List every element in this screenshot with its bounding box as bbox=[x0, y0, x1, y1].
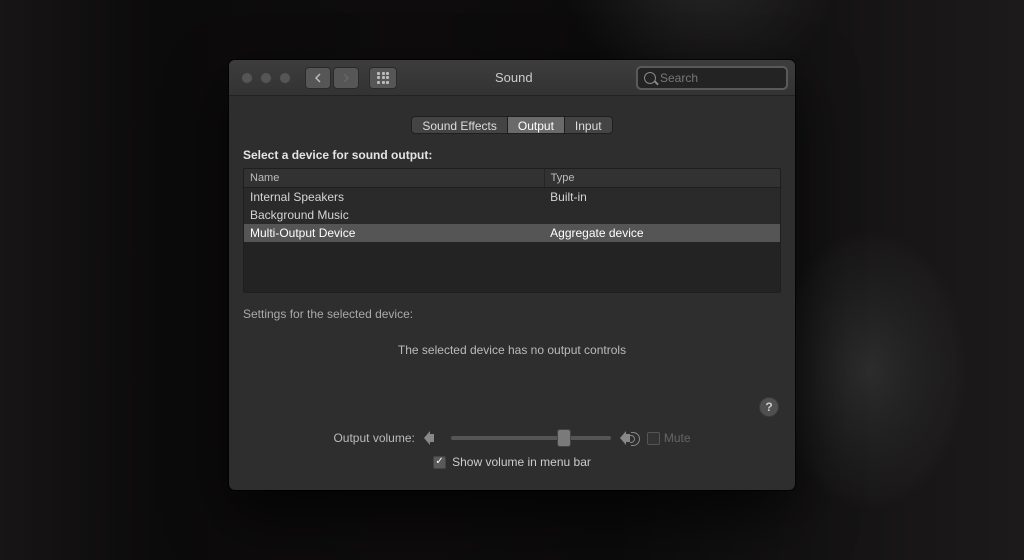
show-volume-checkbox[interactable]: ✓ bbox=[433, 456, 446, 469]
mute-checkbox[interactable] bbox=[647, 432, 660, 445]
tab-output[interactable]: Output bbox=[508, 116, 565, 134]
titlebar: Sound bbox=[229, 60, 795, 96]
volume-slider[interactable] bbox=[451, 436, 611, 440]
device-name: Internal Speakers bbox=[244, 188, 544, 207]
search-icon bbox=[644, 72, 656, 84]
tab-sound-effects[interactable]: Sound Effects bbox=[411, 116, 508, 134]
output-volume-row: Output volume: Mute bbox=[243, 431, 781, 445]
speaker-max-icon bbox=[621, 431, 637, 445]
zoom-button[interactable] bbox=[279, 72, 291, 84]
content-area: Sound Effects Output Input Select a devi… bbox=[229, 96, 795, 477]
window-controls bbox=[237, 72, 291, 84]
table-empty-area bbox=[244, 242, 780, 292]
search-container bbox=[637, 67, 787, 89]
help-button[interactable]: ? bbox=[759, 397, 779, 417]
select-device-heading: Select a device for sound output: bbox=[243, 148, 781, 162]
search-input[interactable] bbox=[660, 71, 780, 85]
speaker-min-icon bbox=[425, 431, 441, 445]
show-all-button[interactable] bbox=[369, 67, 397, 89]
device-name: Multi-Output Device bbox=[244, 224, 544, 242]
output-volume-label: Output volume: bbox=[333, 431, 414, 445]
tab-input[interactable]: Input bbox=[565, 116, 613, 134]
mute-checkbox-group[interactable]: Mute bbox=[647, 431, 691, 445]
minimize-button[interactable] bbox=[260, 72, 272, 84]
device-table: Name Type Internal Speakers Built-in Bac… bbox=[243, 168, 781, 293]
device-type bbox=[544, 206, 780, 224]
table-row[interactable]: Multi-Output Device Aggregate device bbox=[244, 224, 780, 242]
show-volume-label: Show volume in menu bar bbox=[452, 455, 591, 469]
back-button[interactable] bbox=[305, 67, 331, 89]
settings-label: Settings for the selected device: bbox=[243, 307, 781, 321]
window-title: Sound bbox=[495, 70, 533, 85]
table-row[interactable]: Background Music bbox=[244, 206, 780, 224]
table-row[interactable]: Internal Speakers Built-in bbox=[244, 188, 780, 207]
device-type: Aggregate device bbox=[544, 224, 780, 242]
mute-label: Mute bbox=[664, 431, 691, 445]
no-controls-text: The selected device has no output contro… bbox=[243, 343, 781, 357]
tab-bar: Sound Effects Output Input bbox=[243, 116, 781, 134]
volume-thumb[interactable] bbox=[557, 429, 571, 447]
column-header-name[interactable]: Name bbox=[244, 169, 544, 188]
search-box[interactable] bbox=[637, 67, 787, 89]
grid-icon bbox=[377, 72, 389, 84]
sound-preferences-window: Sound Sound Effects Output Input Select … bbox=[229, 60, 795, 490]
nav-buttons bbox=[305, 67, 359, 89]
show-volume-row[interactable]: ✓ Show volume in menu bar bbox=[243, 455, 781, 469]
close-button[interactable] bbox=[241, 72, 253, 84]
device-type: Built-in bbox=[544, 188, 780, 207]
device-name: Background Music bbox=[244, 206, 544, 224]
forward-button[interactable] bbox=[333, 67, 359, 89]
column-header-type[interactable]: Type bbox=[544, 169, 780, 188]
